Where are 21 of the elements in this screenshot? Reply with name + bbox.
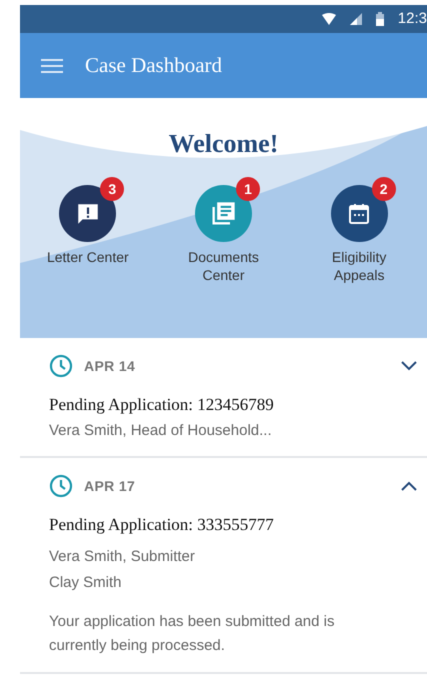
status-time: 12:3 — [398, 8, 427, 29]
case-date: APR 14 — [84, 356, 136, 376]
case-summary: Vera Smith, Head of Household... — [49, 420, 273, 440]
menu-button[interactable] — [41, 56, 65, 74]
signal-icon — [350, 13, 362, 25]
case-message: Your application has been submitted and is currently being processed. — [49, 612, 336, 656]
battery-icon — [376, 12, 384, 26]
clock-icon — [49, 354, 73, 378]
app-title: Case Dashboard — [85, 52, 222, 79]
case-person: Clay Smith — [49, 572, 123, 592]
case-title: Pending Application: 123456789 — [49, 394, 275, 416]
case-date: APR 17 — [84, 476, 136, 496]
welcome-heading: Welcome! — [168, 128, 278, 160]
wifi-icon — [322, 13, 336, 25]
chevron-up-icon — [401, 481, 417, 491]
case-title: Pending Application: 333555777 — [49, 514, 275, 536]
menu-icon — [41, 58, 63, 74]
calendar-icon — [347, 202, 372, 226]
case-person: Vera Smith, Submitter — [49, 546, 196, 566]
chevron-down-icon — [401, 361, 417, 371]
clock-icon — [49, 474, 73, 498]
